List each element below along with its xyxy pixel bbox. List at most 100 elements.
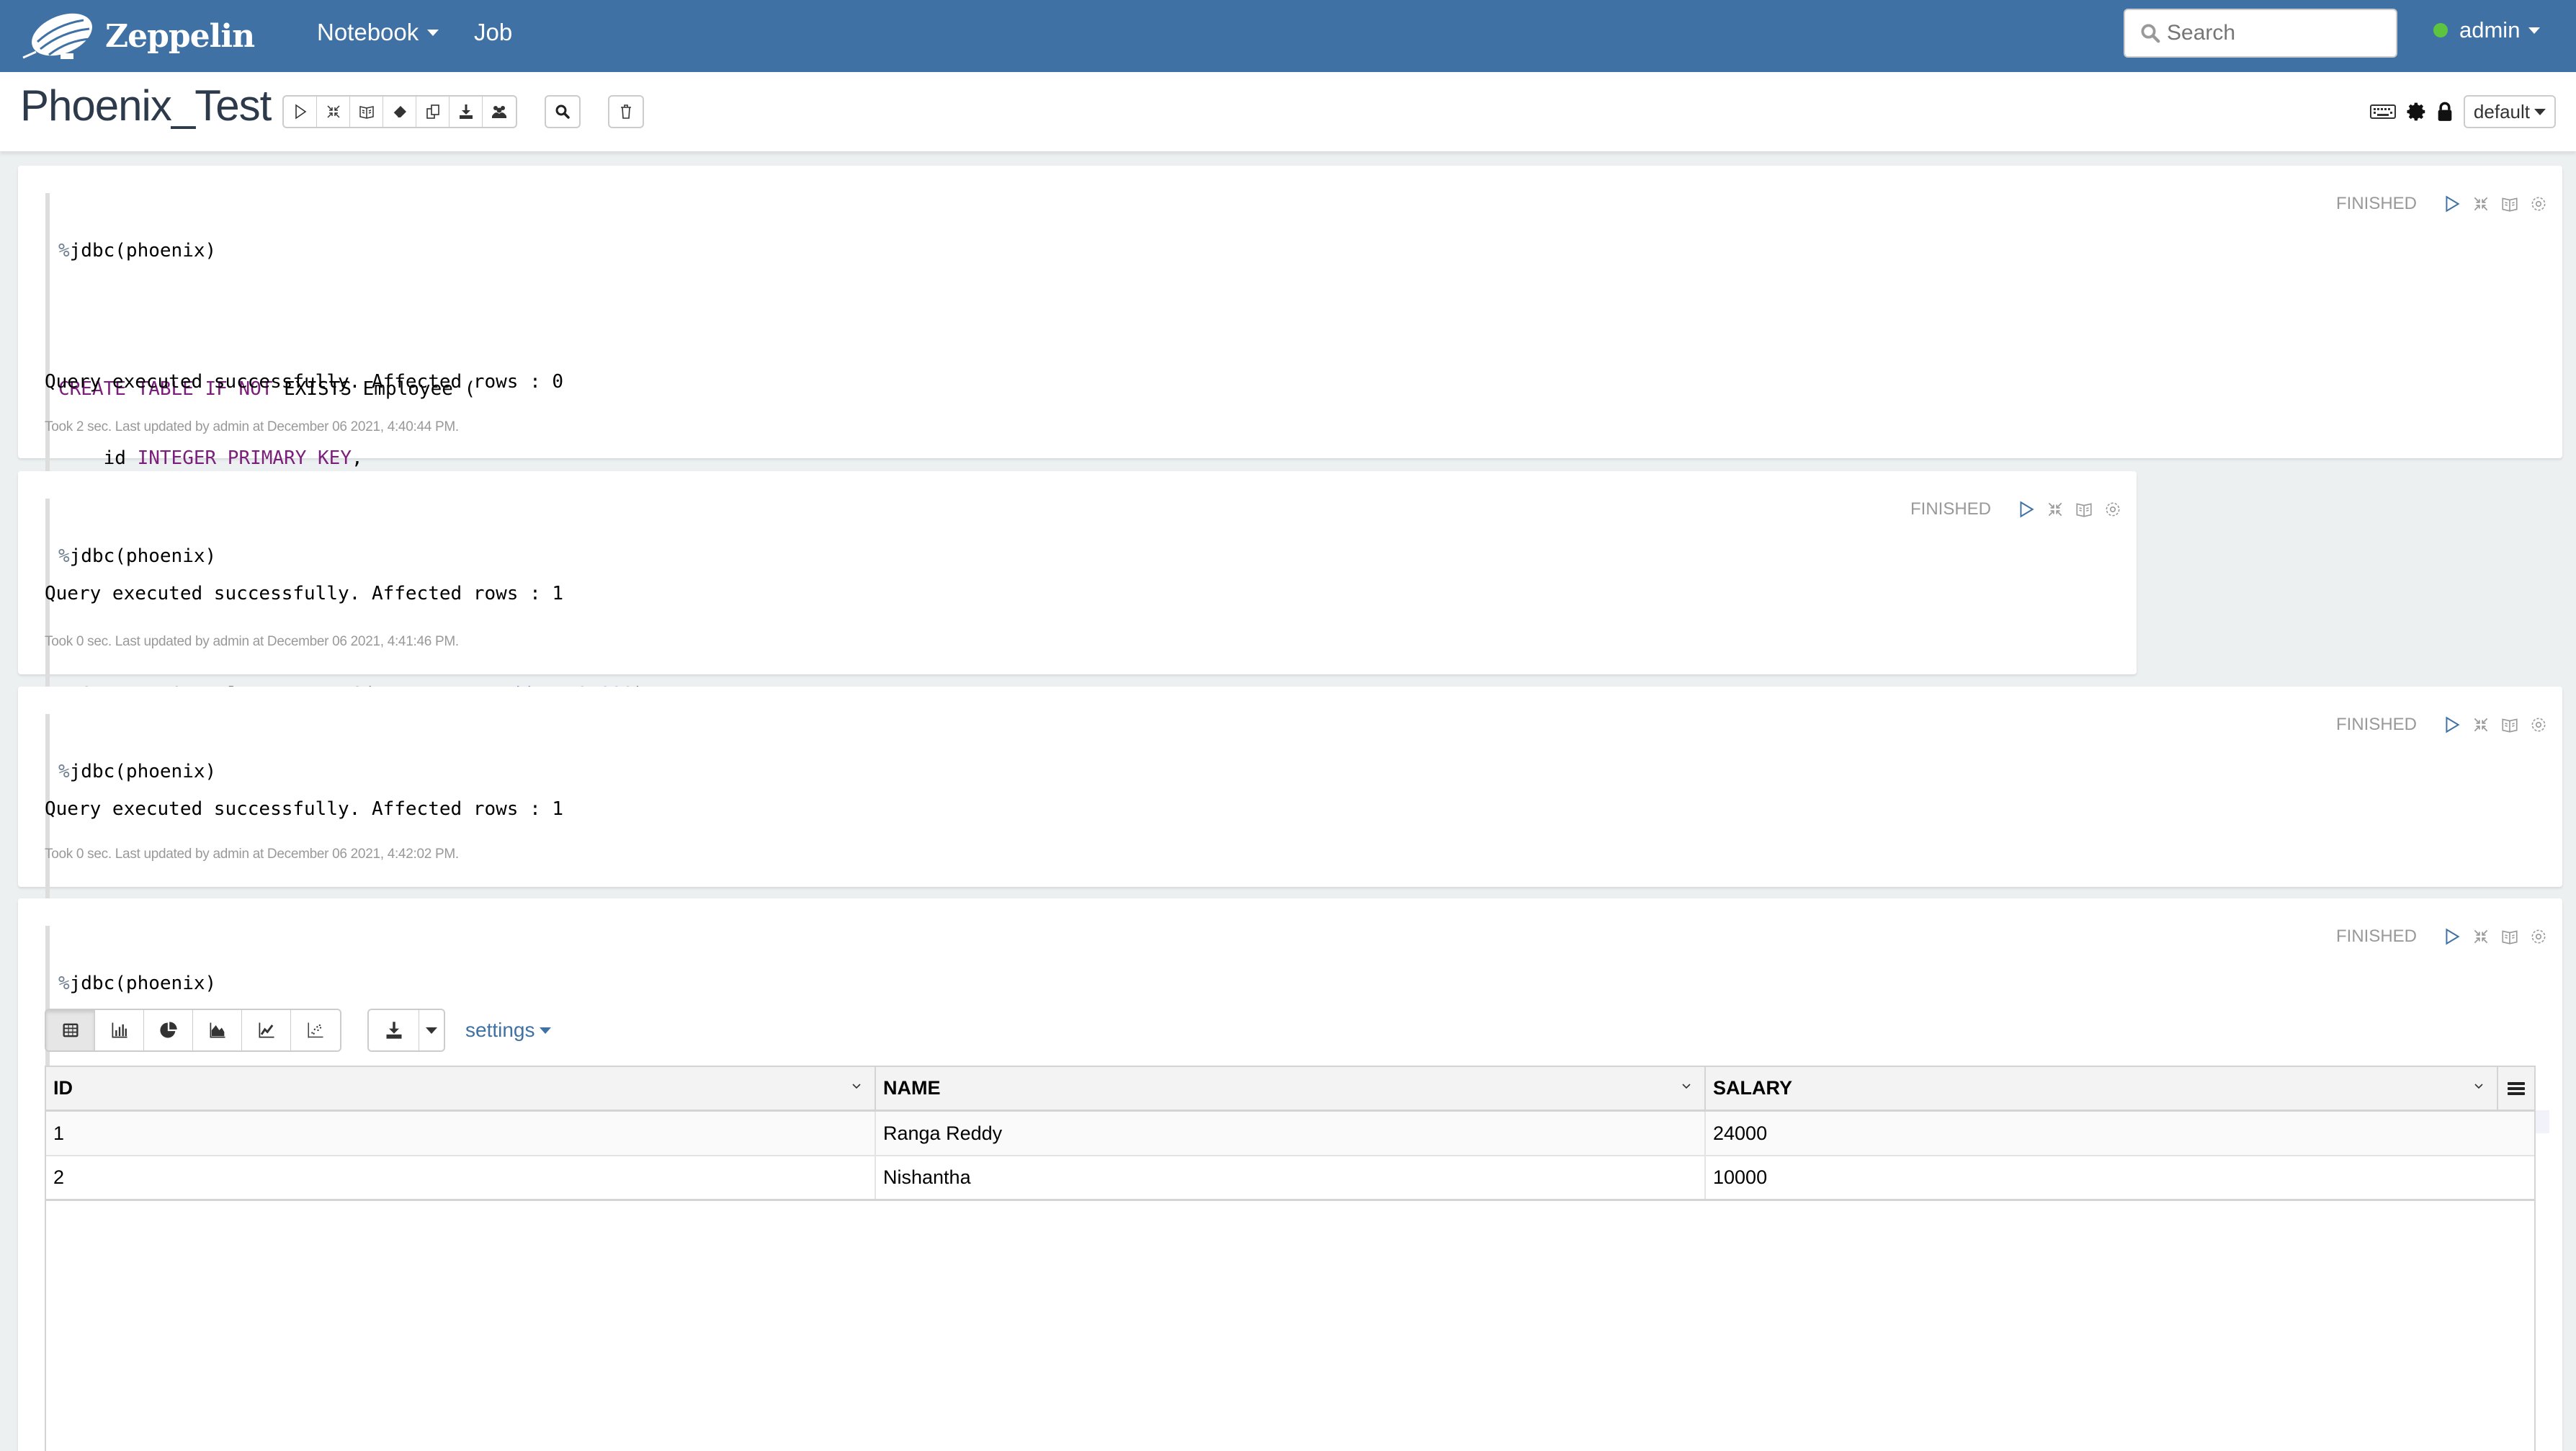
search-input[interactable] [2167, 21, 2383, 45]
viz-line-chart-button[interactable] [242, 1010, 291, 1050]
chevron-down-icon[interactable] [2474, 1081, 2484, 1091]
line-chart-icon [259, 1022, 274, 1038]
viz-scatter-chart-button[interactable] [291, 1010, 340, 1050]
users-icon [492, 106, 506, 118]
book-icon [2502, 197, 2518, 212]
column-header-label: NAME [883, 1077, 941, 1099]
viz-table-button[interactable] [46, 1010, 95, 1050]
run-paragraph-button[interactable] [2441, 714, 2463, 736]
viz-pie-chart-button[interactable] [144, 1010, 193, 1050]
paragraph-status: FINISHED [2335, 715, 2417, 734]
code-line: %jdbc(phoenix) [58, 973, 217, 994]
gear-icon [2531, 718, 2546, 732]
hide-output-toggle[interactable] [2499, 714, 2521, 736]
download-csv-button[interactable] [369, 1010, 419, 1050]
permissions-button[interactable] [2436, 102, 2454, 122]
viz-area-chart-button[interactable] [193, 1010, 242, 1050]
visualization-settings-toggle[interactable]: settings [465, 1019, 551, 1042]
interpreter-binding-dropdown[interactable]: default [2463, 95, 2556, 128]
search-code-button[interactable] [546, 97, 579, 127]
username: admin [2459, 17, 2521, 43]
notebook-header: Phoenix_Test default [0, 72, 2576, 151]
paragraph-upsert-2: %jdbc(phoenix) UPSERT INTO Employee (id,… [18, 687, 2562, 968]
collapse-icon [2474, 197, 2488, 211]
search-box[interactable] [2124, 9, 2397, 58]
hide-output-button[interactable] [350, 97, 383, 127]
run-all-button[interactable] [284, 97, 317, 127]
hide-output-toggle[interactable] [2073, 499, 2095, 520]
result-table: ID NAME SALARY 1 Ranga Reddy 24000 2 Nis… [45, 1066, 2536, 1451]
interpreter-settings-button[interactable] [2406, 102, 2426, 122]
paragraph-controls: FINISHED [1910, 499, 2124, 520]
run-all-icon [295, 104, 306, 120]
nav-job-link[interactable]: Job [474, 19, 512, 46]
run-paragraph-button[interactable] [2016, 499, 2037, 520]
column-header-id[interactable]: ID [46, 1067, 876, 1110]
run-paragraph-button[interactable] [2441, 193, 2463, 215]
table-cell: 1 [46, 1112, 876, 1155]
gear-icon [2106, 502, 2120, 517]
area-chart-icon [210, 1022, 225, 1038]
hide-editor-toggle[interactable] [2470, 926, 2492, 947]
code-line: %jdbc(phoenix) [58, 240, 217, 262]
paragraph-settings-button[interactable] [2528, 714, 2549, 736]
notebook-title[interactable]: Phoenix_Test [20, 81, 272, 130]
interpreter-binding-label: default [2473, 100, 2530, 122]
hide-editor-toggle[interactable] [2470, 193, 2492, 215]
hide-output-toggle[interactable] [2499, 193, 2521, 215]
visualization-toolbar: settings [45, 1009, 551, 1052]
hide-editor-toggle[interactable] [2044, 499, 2066, 520]
caret-down-icon [426, 1027, 437, 1034]
code-line: %jdbc(phoenix) [58, 761, 217, 782]
column-header-salary[interactable]: SALARY [1706, 1067, 2498, 1110]
paragraph-settings-button[interactable] [2102, 499, 2124, 520]
gear-icon [2407, 102, 2425, 121]
clear-output-button[interactable] [383, 97, 416, 127]
table-cell: 24000 [1713, 1122, 1768, 1144]
paragraph-status: FINISHED [2335, 194, 2417, 213]
shortcut-button[interactable] [2369, 103, 2396, 120]
grid-menu-button[interactable] [2498, 1067, 2534, 1110]
clone-button[interactable] [416, 97, 450, 127]
book-icon [2076, 503, 2092, 517]
version-control-button[interactable] [483, 97, 516, 127]
paragraph-result: Query executed successfully. Affected ro… [45, 583, 564, 604]
column-header-label: SALARY [1713, 1077, 1793, 1099]
paragraph-settings-button[interactable] [2528, 926, 2549, 947]
brand[interactable]: Zeppelin [20, 7, 255, 65]
download-options-dropdown[interactable] [419, 1010, 444, 1050]
hide-editor-toggle[interactable] [2470, 714, 2492, 736]
hide-output-toggle[interactable] [2499, 926, 2521, 947]
chevron-down-icon[interactable] [851, 1081, 862, 1091]
delete-note-button[interactable] [609, 97, 643, 127]
lock-icon [2438, 102, 2452, 121]
chevron-down-icon[interactable] [1681, 1081, 1691, 1091]
paragraph-footer: Took 0 sec. Last updated by admin at Dec… [45, 847, 459, 862]
export-button[interactable] [450, 97, 483, 127]
viz-bar-chart-button[interactable] [95, 1010, 144, 1050]
play-icon [2020, 501, 2034, 518]
caret-down-icon [539, 1027, 551, 1034]
paragraph-settings-button[interactable] [2528, 193, 2549, 215]
table-row: 1 Ranga Reddy 24000 [46, 1112, 2534, 1156]
nav-notebook-menu[interactable]: Notebook [317, 19, 439, 46]
paragraph-footer: Took 0 sec. Last updated by admin at Dec… [45, 634, 459, 649]
connection-status-dot [2433, 23, 2448, 37]
play-icon [2446, 928, 2460, 945]
collapse-icon [2048, 502, 2062, 517]
code-line: id INTEGER PRIMARY KEY, [58, 447, 363, 469]
column-header-name[interactable]: NAME [876, 1067, 1706, 1110]
pie-chart-icon [159, 1022, 177, 1038]
hamburger-menu-icon [2508, 1081, 2525, 1095]
hide-editor-button[interactable] [317, 97, 350, 127]
bar-chart-icon [112, 1022, 127, 1038]
download-group [367, 1009, 445, 1052]
table-icon [63, 1023, 78, 1037]
search-icon [2141, 24, 2160, 43]
hide-editor-icon [326, 105, 340, 118]
book-icon [2502, 718, 2518, 733]
search-code-group [545, 95, 581, 128]
run-paragraph-button[interactable] [2441, 926, 2463, 947]
user-menu[interactable]: admin [2433, 17, 2541, 43]
zeppelin-logo-icon [22, 13, 92, 59]
